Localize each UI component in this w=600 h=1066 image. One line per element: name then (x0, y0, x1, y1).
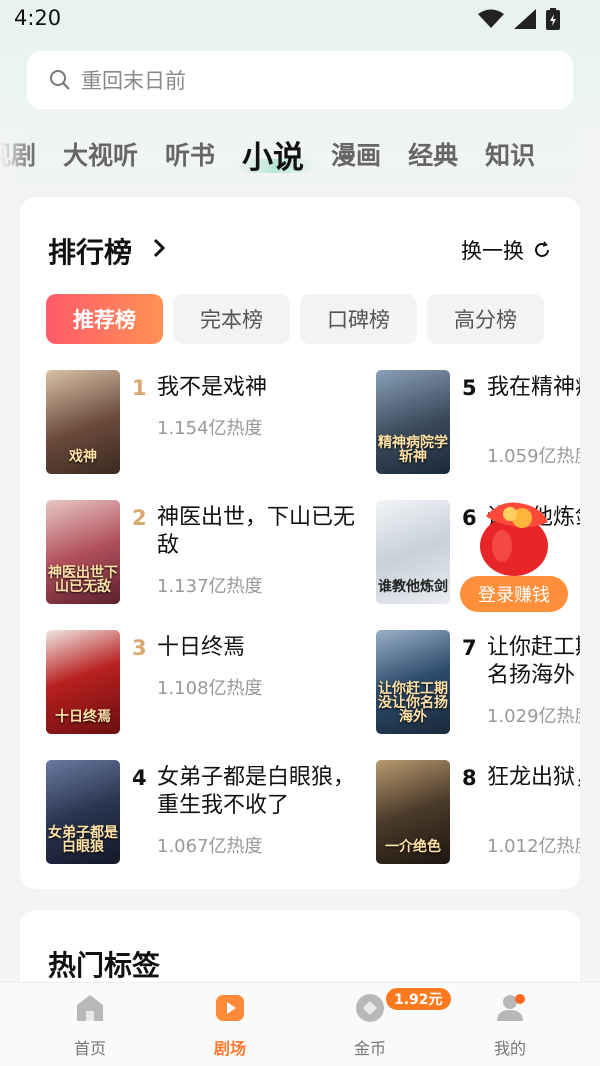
book-cover: 女弟子都是白眼狼 (46, 760, 120, 864)
book-cover: 神医出世下山已无敌 (46, 500, 120, 604)
ranking-title[interactable]: 排行榜 (48, 231, 132, 271)
status-bar: 4:20 (0, 0, 600, 40)
ranking-tabs: 推荐榜 完本榜 口碑榜 高分榜 (46, 294, 544, 344)
nav-home[interactable]: 首页 (50, 991, 130, 1063)
category-tab[interactable]: 大视听 (63, 136, 138, 172)
book-heat: 1.012亿热度 (487, 836, 580, 857)
notification-dot (515, 994, 525, 1004)
book-item[interactable]: 让你赶工期没让你名扬海外 7 让你赶工期，没让你名扬海外 1.029亿热度 (376, 630, 580, 740)
category-tab[interactable]: 漫画 (331, 136, 381, 172)
category-tab[interactable]: 知识 (485, 136, 535, 172)
login-earn-button[interactable]: 登录赚钱 (460, 576, 568, 612)
tab-completed[interactable]: 完本榜 (173, 294, 290, 344)
book-item[interactable]: 十日终焉 3 十日终焉 1.108亿热度 (46, 630, 366, 740)
bottom-nav: 首页 剧场 金币 我的 (0, 982, 600, 1066)
status-icons (478, 8, 560, 30)
category-tab[interactable]: 经典 (408, 136, 458, 172)
refresh-label: 换一换 (461, 239, 524, 263)
tabs-fade-left (0, 124, 36, 184)
rank-number: 3 (132, 636, 147, 660)
home-icon (77, 995, 103, 1021)
book-item[interactable]: 戏神 1 我不是戏神 1.154亿热度 (46, 370, 366, 480)
rank-number: 2 (132, 506, 147, 530)
book-heat: 1.029亿热度 (487, 706, 580, 727)
book-cover: 戏神 (46, 370, 120, 474)
tab-reputation[interactable]: 口碑榜 (300, 294, 417, 344)
wifi-icon (478, 9, 504, 28)
status-time: 4:20 (14, 6, 62, 30)
rank-number: 8 (462, 766, 477, 790)
refresh-button[interactable]: 换一换 (461, 235, 552, 265)
coin-icon (356, 994, 384, 1022)
battery-icon (546, 8, 560, 30)
book-heat: 1.067亿热度 (157, 836, 263, 857)
red-envelope-icon (480, 502, 548, 576)
book-cover: 让你赶工期没让你名扬海外 (376, 630, 450, 734)
video-play-icon (216, 995, 244, 1021)
book-item[interactable]: 女弟子都是白眼狼 4 女弟子都是白眼狼，重生我不收了 1.067亿热度 (46, 760, 366, 870)
book-item[interactable]: 一介绝色 8 狂龙出狱，绝色嫂嫂 1.012亿热度 (376, 760, 580, 870)
book-cover: 谁教他炼剑 (376, 500, 450, 604)
book-cover: 十日终焉 (46, 630, 120, 734)
book-title: 十日终焉 (157, 635, 246, 660)
signal-icon (514, 9, 536, 29)
login-earn-float[interactable]: 登录赚钱 (460, 496, 568, 614)
category-tab-active[interactable]: 小说 (238, 132, 315, 177)
book-heat: 1.059亿热度 (487, 446, 580, 467)
nav-me[interactable]: 我的 (470, 991, 550, 1063)
search-placeholder: 重回末日前 (81, 69, 186, 93)
book-title: 我在精神病院学斩神 (487, 375, 580, 400)
book-title: 我不是戏神 (157, 375, 268, 400)
rank-number: 4 (132, 766, 147, 790)
search-input[interactable]: 重回末日前 (27, 51, 573, 109)
book-title: 狂龙出狱，绝色嫂嫂 (487, 765, 580, 790)
tabs-fade-right (564, 124, 600, 184)
book-heat: 1.154亿热度 (157, 418, 263, 439)
tab-recommend[interactable]: 推荐榜 (46, 294, 163, 344)
book-item[interactable]: 神医出世下山已无敌 2 神医出世，下山已无敌 1.137亿热度 (46, 500, 366, 610)
refresh-icon (535, 241, 549, 257)
coin-badge: 1.92元 (384, 986, 453, 1012)
book-item[interactable]: 精神病院学斩神 5 我在精神病院学斩神 1.059亿热度 (376, 370, 580, 480)
book-heat: 1.108亿热度 (157, 678, 263, 699)
book-cover: 一介绝色 (376, 760, 450, 864)
book-cover: 精神病院学斩神 (376, 370, 450, 474)
search-icon (50, 70, 70, 90)
rank-number: 5 (462, 376, 477, 400)
rank-number: 7 (462, 636, 477, 660)
book-heat: 1.137亿热度 (157, 576, 263, 597)
book-title: 神医出世，下山已无敌 (157, 505, 356, 558)
nav-theater[interactable]: 剧场 (190, 991, 270, 1063)
book-title: 女弟子都是白眼狼，重生我不收了 (157, 765, 356, 818)
book-title: 让你赶工期，没让你名扬海外 (487, 635, 580, 688)
hot-tags-title: 热门标签 (48, 949, 161, 982)
chevron-right-icon[interactable] (150, 237, 168, 259)
tab-high-score[interactable]: 高分榜 (427, 294, 544, 344)
category-tabs: 视剧 大视听 听书 小说 漫画 经典 知识 (0, 124, 600, 184)
category-tab[interactable]: 听书 (165, 136, 215, 172)
rank-number: 1 (132, 376, 147, 400)
